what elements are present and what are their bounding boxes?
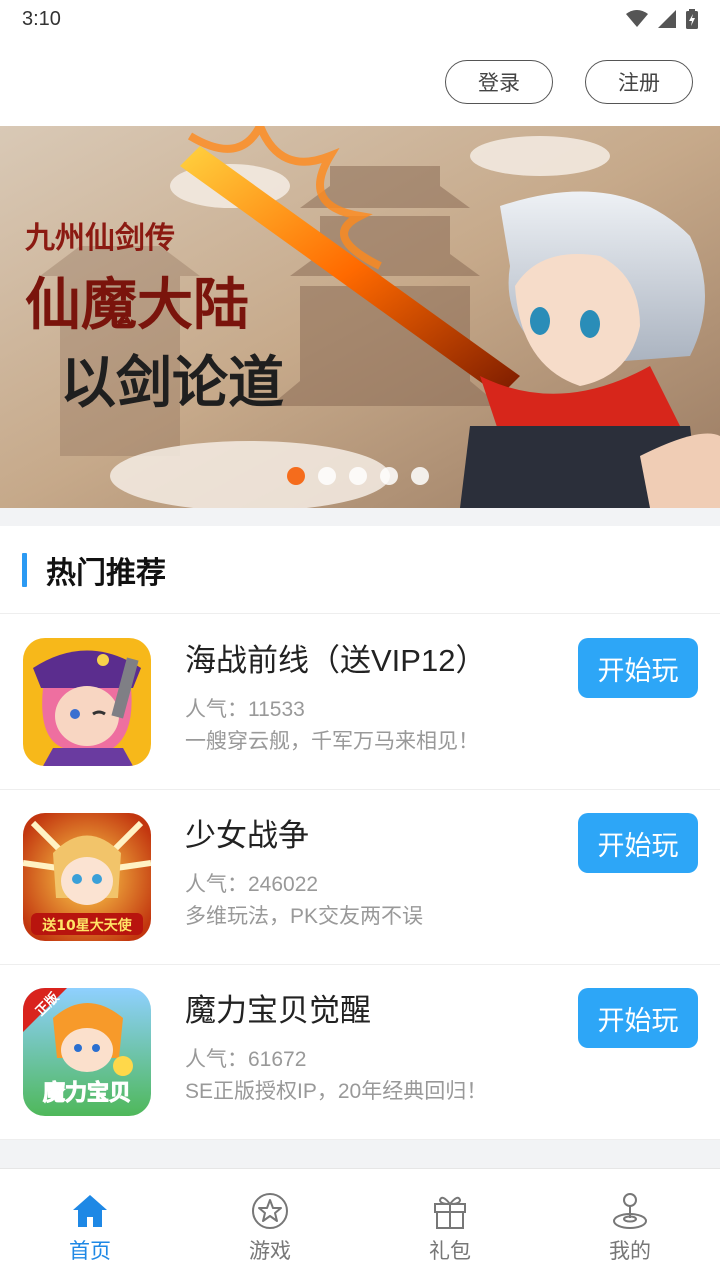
game-popularity: 人气：11533 <box>185 698 305 721</box>
status-time: 3:10 <box>22 7 61 30</box>
tab-label: 游戏 <box>249 1240 291 1263</box>
game-popularity: 人气：61672 <box>185 1048 307 1071</box>
game-list-item[interactable]: 正版 魔力宝贝 魔力宝贝觉醒 人气：61672 SE正版授权IP，20年经典回归… <box>0 965 720 1140</box>
carousel-dot[interactable] <box>287 467 305 485</box>
battery-icon <box>686 9 698 29</box>
game-list-item[interactable]: 送10星大天使 少女战争 人气：246022 多维玩法，PK交友两不误 开始玩 <box>0 790 720 965</box>
tab-label: 我的 <box>609 1240 651 1263</box>
status-bar: 3:10 <box>0 0 720 38</box>
bottom-tab-bar: 首页 游戏 礼包 我的 <box>0 1168 720 1280</box>
tab-profile[interactable]: 我的 <box>540 1169 720 1280</box>
banner-slogan-line1: 仙魔大陆 <box>25 272 249 338</box>
status-icons <box>626 9 698 29</box>
section-title: 热门推荐 <box>46 556 166 590</box>
game-list-item[interactable]: 海战前线（送VIP12） 人气：11533 一艘穿云舰，千军万马来相见！ 开始玩 <box>0 615 720 790</box>
game-name: 魔力宝贝觉醒 <box>185 993 371 1028</box>
joystick-icon <box>610 1191 650 1231</box>
game-description: 一艘穿云舰，千军万马来相见！ <box>185 730 479 753</box>
list-footer-spacer <box>0 1140 720 1168</box>
wifi-icon <box>626 10 648 27</box>
game-icon[interactable]: 送10星大天使 <box>23 813 151 941</box>
banner-logo-text: 九州仙剑传 <box>25 221 175 256</box>
tab-gifts[interactable]: 礼包 <box>360 1169 540 1280</box>
play-button[interactable]: 开始玩 <box>578 988 698 1048</box>
section-accent-bar <box>22 552 27 587</box>
game-description: SE正版授权IP，20年经典回归！ <box>185 1080 488 1103</box>
banner-carousel[interactable]: 九州仙剑传 仙魔大陆 以剑论道 <box>0 126 720 508</box>
carousel-dot[interactable] <box>349 467 367 485</box>
game-name: 海战前线（送VIP12） <box>185 643 487 678</box>
game-name: 少女战争 <box>185 818 309 853</box>
auth-row: 登录 注册 <box>445 60 693 104</box>
game-icon-text: 魔力宝贝 <box>43 1080 131 1106</box>
login-button[interactable]: 登录 <box>445 60 553 104</box>
tab-label: 礼包 <box>429 1240 471 1263</box>
game-icon[interactable]: 正版 魔力宝贝 <box>23 988 151 1116</box>
signal-icon <box>658 10 676 28</box>
section-header: 热门推荐 <box>0 526 720 614</box>
gift-icon <box>430 1191 470 1231</box>
section-spacer <box>0 508 720 526</box>
home-icon <box>70 1191 110 1231</box>
play-button[interactable]: 开始玩 <box>578 638 698 698</box>
carousel-dot[interactable] <box>411 467 429 485</box>
register-button[interactable]: 注册 <box>585 60 693 104</box>
tab-label: 首页 <box>69 1240 111 1263</box>
carousel-dot[interactable] <box>380 467 398 485</box>
star-icon <box>250 1191 290 1231</box>
game-description: 多维玩法，PK交友两不误 <box>185 905 424 928</box>
tab-games[interactable]: 游戏 <box>180 1169 360 1280</box>
banner-image: 九州仙剑传 仙魔大陆 以剑论道 <box>0 126 720 508</box>
play-button[interactable]: 开始玩 <box>578 813 698 873</box>
banner-dots <box>287 467 429 485</box>
game-icon-text: 送10星大天使 <box>41 917 132 934</box>
banner-slogan-line2: 以剑论道 <box>60 350 284 416</box>
game-popularity: 人气：246022 <box>185 873 319 896</box>
tab-home[interactable]: 首页 <box>0 1169 180 1280</box>
carousel-dot[interactable] <box>318 467 336 485</box>
game-icon[interactable] <box>23 638 151 766</box>
